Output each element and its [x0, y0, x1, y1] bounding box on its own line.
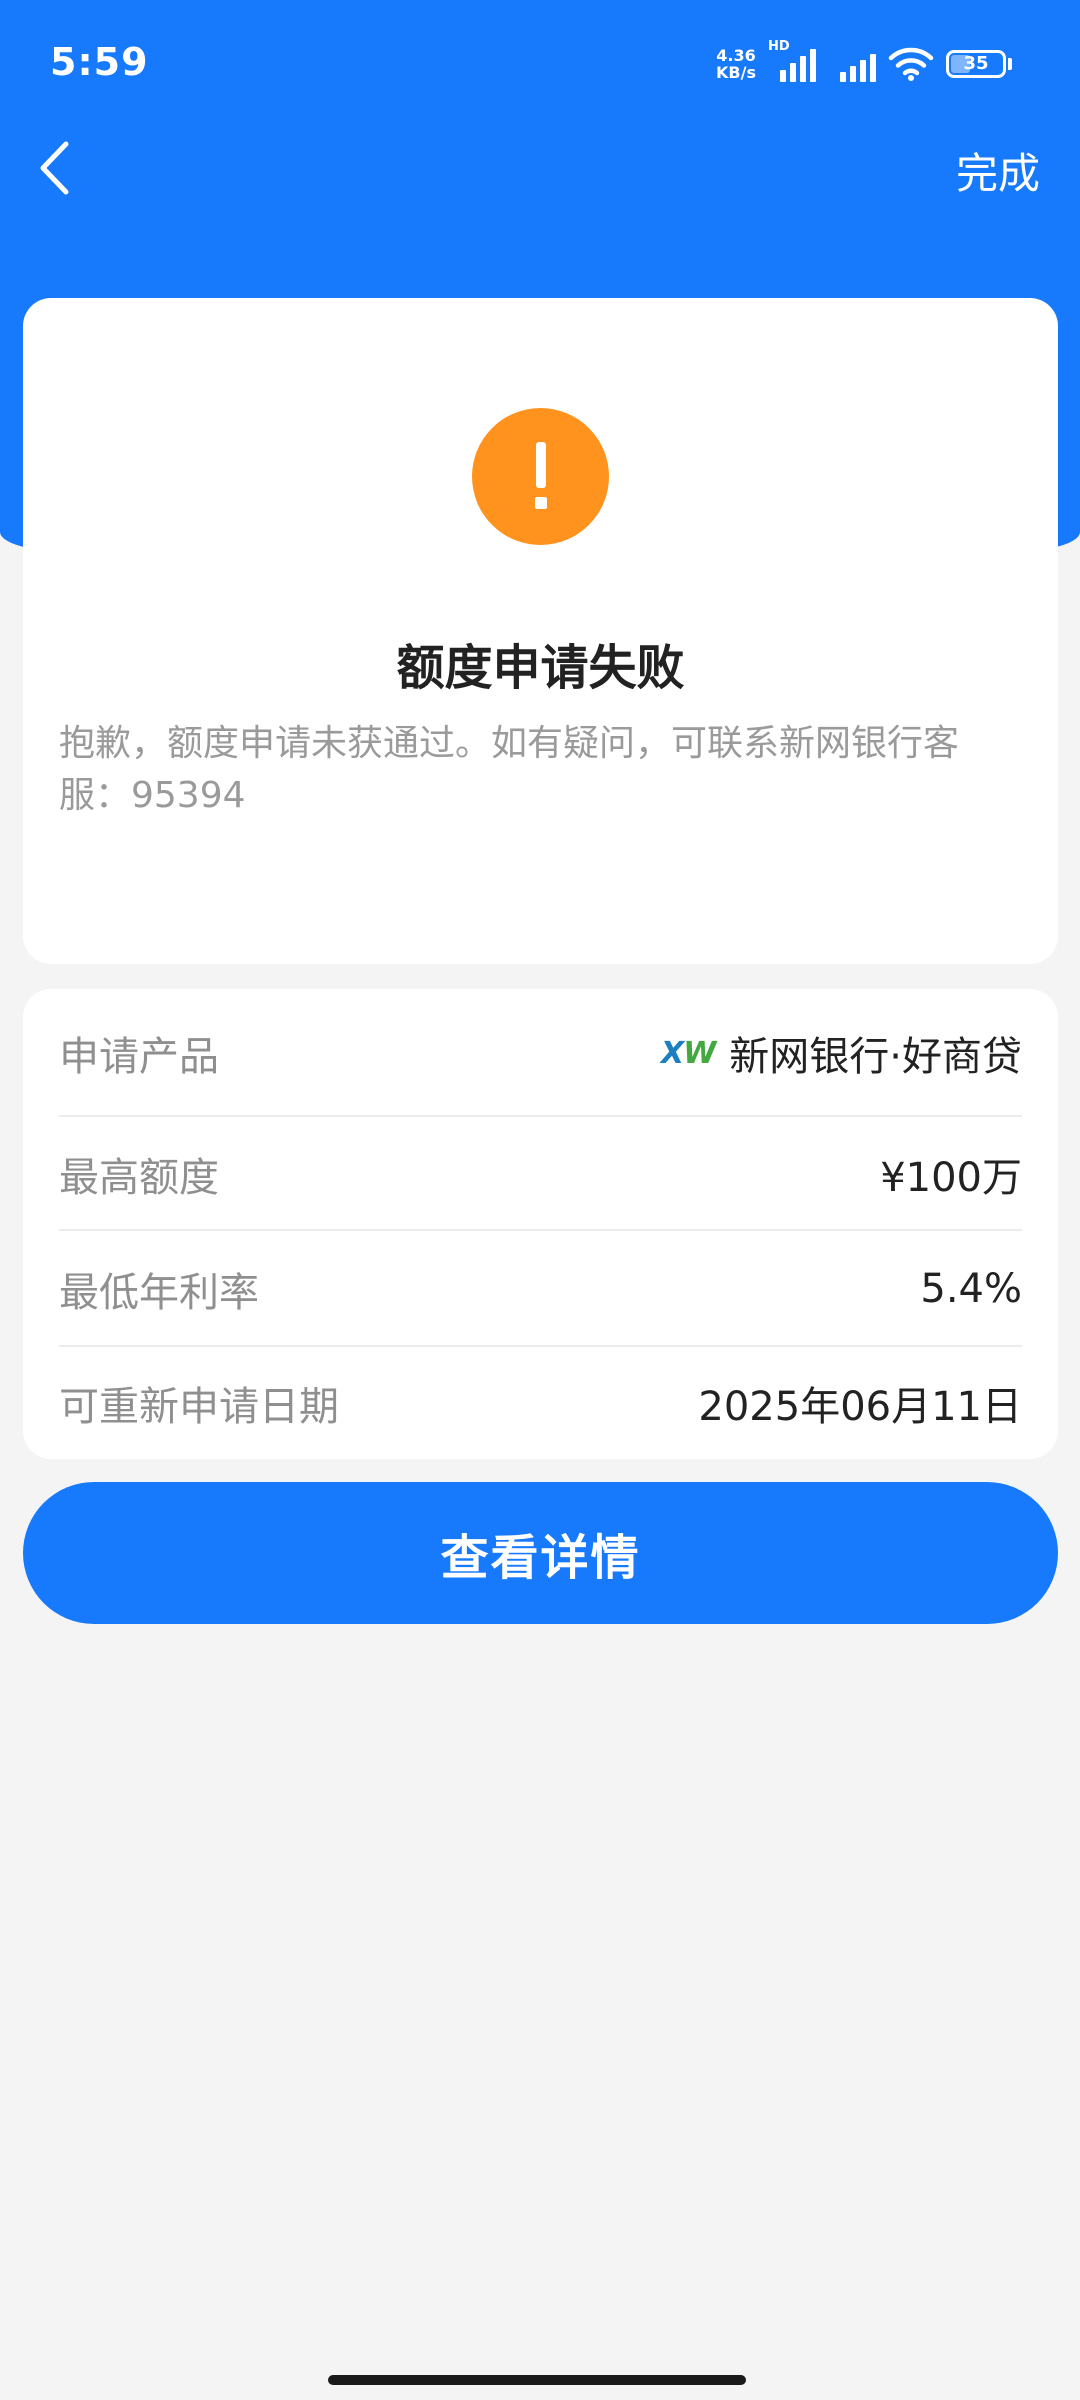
reapply-date-value: 2025年06月11日: [698, 1384, 1022, 1430]
result-title: 额度申请失败: [396, 640, 685, 696]
wifi-icon: [888, 46, 934, 82]
max-amount-value: ¥100万: [880, 1155, 1022, 1201]
view-details-button[interactable]: 查看详情: [23, 1482, 1058, 1624]
info-card: 申请产品 XW 新网银行·好商贷 最高额度 ¥100万 最低年利率 5.4% 可…: [23, 989, 1058, 1459]
battery-icon: 35: [946, 50, 1012, 78]
home-indicator[interactable]: [328, 2375, 746, 2385]
network-speed-unit: KB/s: [716, 63, 756, 82]
signal-icon-2: [828, 46, 876, 82]
status-time: 5:59: [50, 40, 149, 84]
result-description: 抱歉，额度申请未获通过。如有疑问，可联系新网银行客服：95394: [59, 723, 960, 816]
product-value-group: XW 新网银行·好商贷: [661, 1024, 1022, 1082]
done-button[interactable]: 完成: [956, 140, 1040, 201]
reapply-date-label: 可重新申请日期: [59, 1384, 339, 1430]
back-button[interactable]: [24, 128, 84, 208]
max-amount-label: 最高额度: [59, 1155, 219, 1201]
status-bar: 5:59 4.36 KB/s HD 35: [0, 0, 1080, 120]
result-card: 额度申请失败 抱歉，额度申请未获通过。如有疑问，可联系新网银行客服：95394: [23, 298, 1058, 964]
signal-icon-1: HD: [768, 40, 816, 82]
min-rate-value: 5.4%: [920, 1266, 1022, 1312]
status-indicators: 4.36 KB/s HD 35: [716, 40, 1012, 84]
exclamation-icon: [472, 408, 609, 545]
network-speed: 4.36 KB/s: [716, 47, 756, 81]
chevron-left-icon: [40, 141, 69, 195]
info-row-reapply-date: 可重新申请日期 2025年06月11日: [59, 1347, 1022, 1459]
info-row-max-amount: 最高额度 ¥100万: [59, 1117, 1022, 1231]
min-rate-label: 最低年利率: [59, 1270, 259, 1316]
product-value: 新网银行·好商贷: [729, 1034, 1022, 1080]
product-label: 申请产品: [59, 1034, 219, 1080]
info-row-product: 申请产品 XW 新网银行·好商贷: [59, 989, 1022, 1117]
info-row-min-rate: 最低年利率 5.4%: [59, 1231, 1022, 1347]
xw-logo-icon: XW: [661, 1035, 716, 1071]
network-speed-value: 4.36: [716, 46, 756, 65]
battery-level: 35: [963, 53, 989, 74]
